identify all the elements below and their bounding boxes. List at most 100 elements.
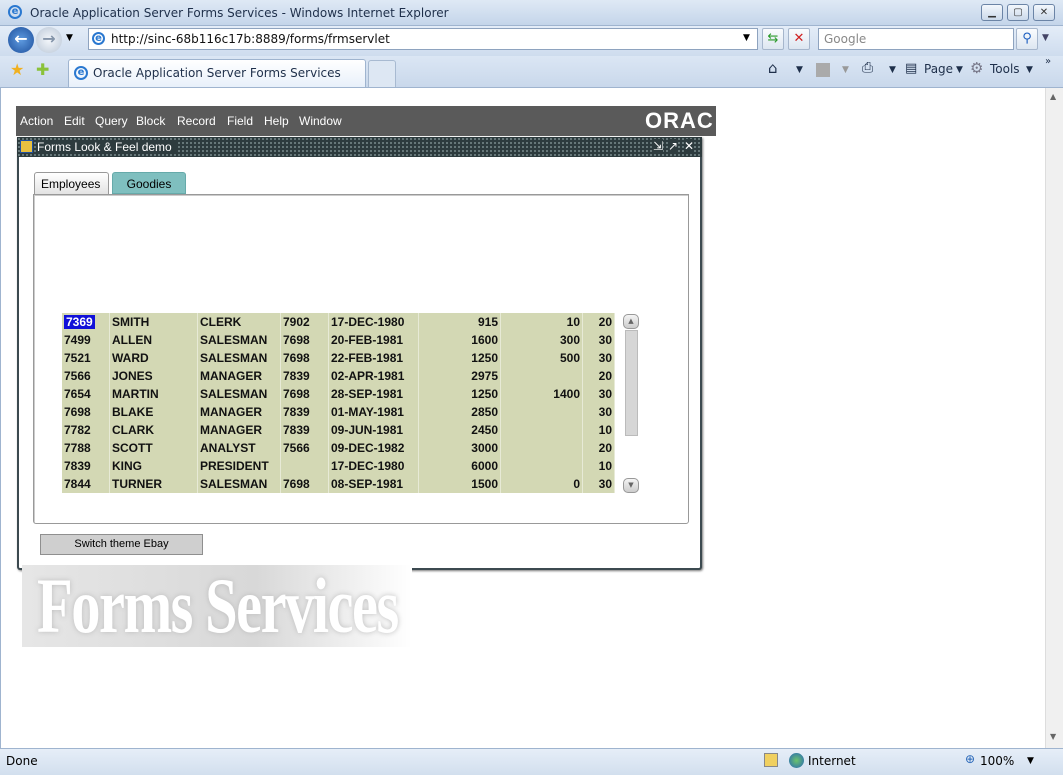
cell-job[interactable]: SALESMAN	[198, 385, 281, 403]
cell-job[interactable]: CLERK	[198, 313, 281, 331]
cell-comm[interactable]	[501, 403, 583, 421]
cell-empno[interactable]: 7654	[62, 385, 110, 403]
cell-sal[interactable]: 3000	[419, 439, 501, 457]
cell-deptno[interactable]: 20	[583, 439, 615, 457]
zoom-dropdown-icon[interactable]: ▼	[1027, 756, 1034, 766]
cell-deptno[interactable]: 10	[583, 421, 615, 439]
cell-sal[interactable]: 2975	[419, 367, 501, 385]
cell-deptno[interactable]: 30	[583, 385, 615, 403]
refresh-button[interactable]: ⇆	[762, 28, 784, 50]
menu-edit[interactable]: Edit	[64, 114, 85, 128]
page-dropdown-icon[interactable]: ▼	[956, 65, 963, 75]
cell-comm[interactable]: 1400	[501, 385, 583, 403]
menu-record[interactable]: Record	[177, 114, 216, 128]
maximize-button[interactable]: ▢	[1007, 4, 1029, 21]
cell-ename[interactable]: WARD	[110, 349, 198, 367]
cell-job[interactable]: MANAGER	[198, 367, 281, 385]
cell-deptno[interactable]: 30	[583, 403, 615, 421]
cell-ename[interactable]: MARTIN	[110, 385, 198, 403]
cell-hiredate[interactable]: 09-DEC-1982	[329, 439, 419, 457]
favorites-star-icon[interactable]: ★	[10, 60, 24, 79]
cell-empno[interactable]: 7698	[62, 403, 110, 421]
cell-mgr[interactable]: 7698	[281, 349, 329, 367]
cell-comm[interactable]: 300	[501, 331, 583, 349]
menu-help[interactable]: Help	[264, 114, 289, 128]
search-button[interactable]: ⚲	[1016, 28, 1038, 50]
address-dropdown-icon[interactable]: ▼	[743, 33, 750, 43]
switch-theme-button[interactable]: Switch theme Ebay	[40, 534, 203, 555]
add-favorites-icon[interactable]: ✚	[36, 60, 49, 79]
cell-comm[interactable]	[501, 421, 583, 439]
cell-sal[interactable]: 1250	[419, 349, 501, 367]
cell-job[interactable]: SALESMAN	[198, 349, 281, 367]
menu-block[interactable]: Block	[136, 114, 165, 128]
new-tab-button[interactable]	[368, 60, 396, 87]
cell-deptno[interactable]: 30	[583, 331, 615, 349]
cell-hiredate[interactable]: 22-FEB-1981	[329, 349, 419, 367]
forward-button[interactable]: →	[36, 27, 62, 53]
tools-menu[interactable]: Tools	[990, 62, 1020, 76]
cell-mgr[interactable]: 7566	[281, 439, 329, 457]
cell-comm[interactable]: 500	[501, 349, 583, 367]
page-scrollbar[interactable]: ▲ ▼	[1045, 88, 1063, 748]
feeds-dropdown-icon[interactable]: ▼	[842, 65, 849, 75]
cell-sal[interactable]: 1500	[419, 475, 501, 493]
cell-sal[interactable]: 1600	[419, 331, 501, 349]
cell-hiredate[interactable]: 17-DEC-1980	[329, 457, 419, 475]
address-bar[interactable]: e http://sinc-68b116c17b:8889/forms/frms…	[88, 28, 758, 50]
close-window-button[interactable]: ✕	[1033, 4, 1055, 21]
cell-hiredate[interactable]: 09-JUN-1981	[329, 421, 419, 439]
cell-mgr[interactable]: 7698	[281, 385, 329, 403]
cell-ename[interactable]: SCOTT	[110, 439, 198, 457]
cell-deptno[interactable]: 20	[583, 313, 615, 331]
cell-empno[interactable]: 7844	[62, 475, 110, 493]
search-input[interactable]: Google	[818, 28, 1014, 50]
cell-job[interactable]: SALESMAN	[198, 475, 281, 493]
cell-empno[interactable]: 7788	[62, 439, 110, 457]
cell-ename[interactable]: SMITH	[110, 313, 198, 331]
cell-deptno[interactable]: 10	[583, 457, 615, 475]
cell-mgr[interactable]	[281, 457, 329, 475]
cell-comm[interactable]	[501, 367, 583, 385]
cell-mgr[interactable]: 7698	[281, 331, 329, 349]
home-icon[interactable]: ⌂	[768, 59, 778, 77]
records-scrollbar[interactable]: ▲ ▼	[623, 314, 639, 494]
page-menu[interactable]: Page	[924, 62, 953, 76]
tab-goodies[interactable]: Goodies	[112, 172, 186, 194]
cell-mgr[interactable]: 7839	[281, 367, 329, 385]
close-form-icon[interactable]: ✕	[684, 139, 695, 153]
cell-comm[interactable]: 0	[501, 475, 583, 493]
cell-deptno[interactable]: 30	[583, 475, 615, 493]
cell-job[interactable]: SALESMAN	[198, 331, 281, 349]
cell-hiredate[interactable]: 02-APR-1981	[329, 367, 419, 385]
cell-empno[interactable]: 7499	[62, 331, 110, 349]
cell-mgr[interactable]: 7698	[281, 475, 329, 493]
minimize-button[interactable]: ▁	[981, 4, 1003, 21]
cell-job[interactable]: ANALYST	[198, 439, 281, 457]
cell-sal[interactable]: 2450	[419, 421, 501, 439]
back-button[interactable]: ←	[8, 27, 34, 53]
menu-field[interactable]: Field	[227, 114, 253, 128]
cell-sal[interactable]: 2850	[419, 403, 501, 421]
tab-employees[interactable]: Employees	[34, 172, 109, 194]
scroll-down-button[interactable]: ▼	[623, 478, 639, 493]
scroll-up-button[interactable]: ▲	[623, 314, 639, 329]
cell-ename[interactable]: KING	[110, 457, 198, 475]
cell-job[interactable]: MANAGER	[198, 403, 281, 421]
browser-tab-active[interactable]: e Oracle Application Server Forms Servic…	[68, 59, 366, 87]
cell-sal[interactable]: 1250	[419, 385, 501, 403]
tools-dropdown-icon[interactable]: ▼	[1026, 65, 1033, 75]
cell-hiredate[interactable]: 08-SEP-1981	[329, 475, 419, 493]
cell-mgr[interactable]: 7902	[281, 313, 329, 331]
cell-comm[interactable]	[501, 457, 583, 475]
cell-mgr[interactable]: 7839	[281, 403, 329, 421]
cell-ename[interactable]: ALLEN	[110, 331, 198, 349]
cell-ename[interactable]: BLAKE	[110, 403, 198, 421]
cell-empno[interactable]: 7839	[62, 457, 110, 475]
cell-comm[interactable]: 10	[501, 313, 583, 331]
cell-hiredate[interactable]: 17-DEC-1980	[329, 313, 419, 331]
menu-action[interactable]: Action	[20, 114, 53, 128]
cell-sal[interactable]: 6000	[419, 457, 501, 475]
zoom-level[interactable]: 100%	[980, 754, 1014, 768]
cell-empno[interactable]: 7369	[62, 313, 110, 331]
